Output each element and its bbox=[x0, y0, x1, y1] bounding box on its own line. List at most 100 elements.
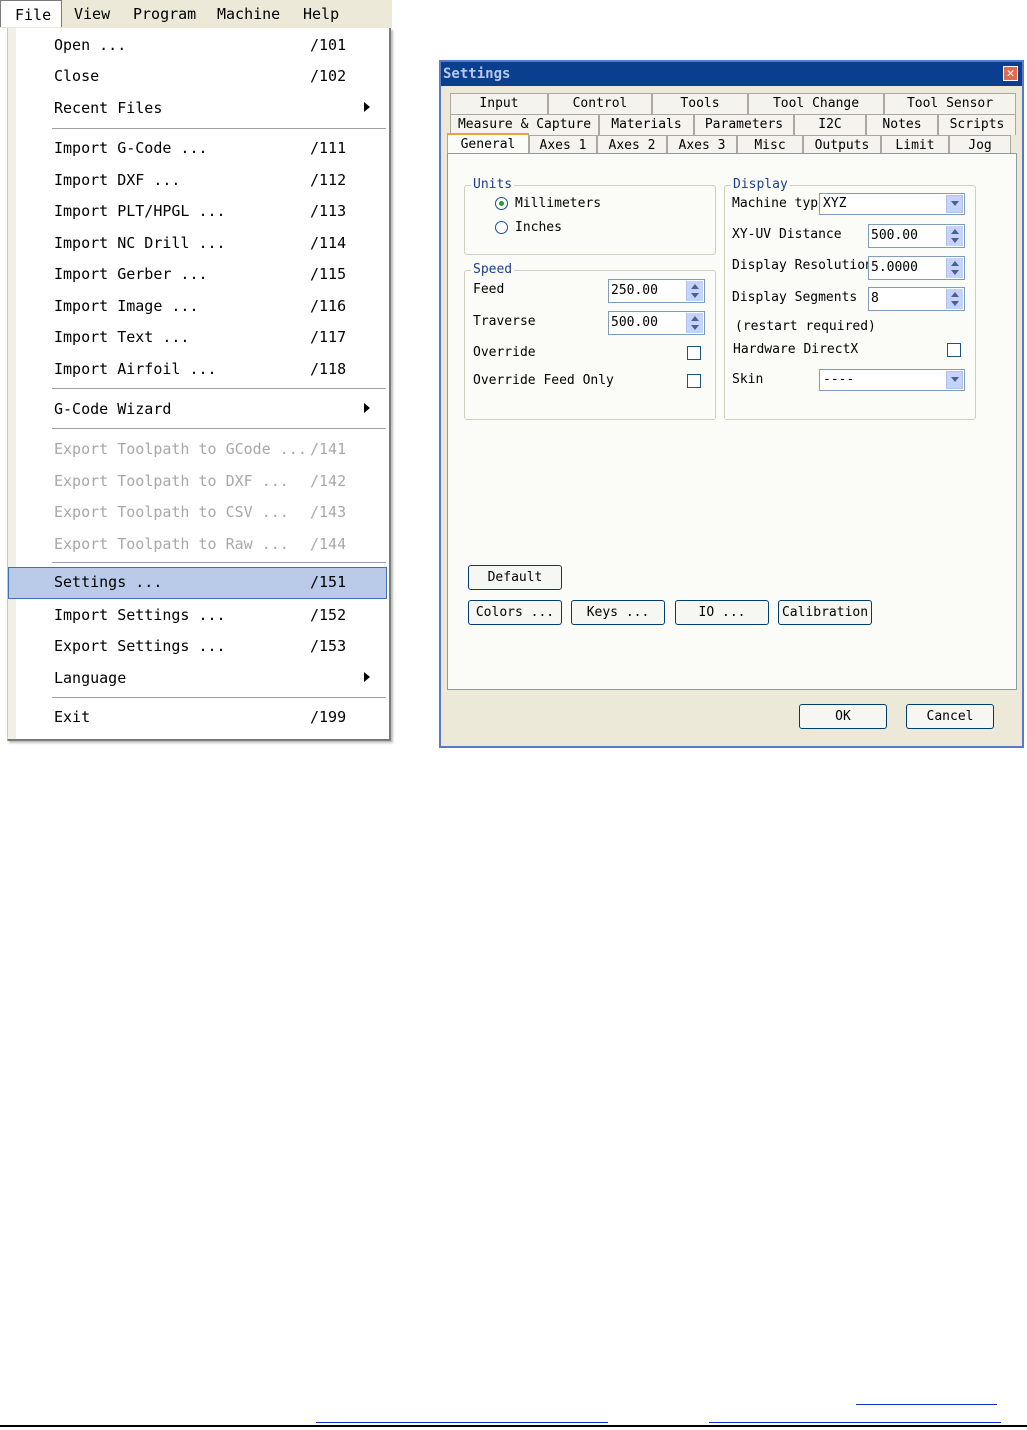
menu-item-import-settings[interactable]: Import Settings ... /152 bbox=[8, 600, 388, 630]
display-segments-spinbox[interactable]: 8 bbox=[868, 287, 965, 311]
tab-materials[interactable]: Materials bbox=[599, 114, 694, 135]
menu-separator bbox=[52, 128, 386, 130]
menu-item-label: Export Toolpath to DXF ... bbox=[54, 472, 289, 490]
menu-program[interactable]: Program bbox=[133, 5, 196, 23]
spin-buttons[interactable] bbox=[686, 281, 703, 301]
footer-link-underline bbox=[316, 1422, 608, 1423]
spin-up-icon bbox=[691, 316, 699, 321]
tab-scripts[interactable]: Scripts bbox=[938, 114, 1016, 135]
override-checkbox[interactable] bbox=[687, 346, 701, 360]
dialog-title-bar[interactable]: Settings ✕ bbox=[441, 62, 1022, 86]
menu-item-label: Exit bbox=[54, 708, 91, 726]
machine-type-label: Machine type bbox=[732, 196, 826, 211]
menu-item-import-text[interactable]: Import Text ... /117 bbox=[8, 322, 388, 352]
menu-item-shortcut: /143 bbox=[310, 503, 347, 521]
feed-spinbox[interactable]: 250.00 bbox=[608, 279, 705, 303]
settings-dialog: Settings ✕ Input Control Tools Tool Chan… bbox=[439, 60, 1024, 748]
footer-link-underline bbox=[856, 1404, 997, 1405]
menu-item-recent-files[interactable]: Recent Files bbox=[8, 93, 388, 123]
menu-item-label: Import NC Drill ... bbox=[54, 234, 226, 252]
tab-measure-capture[interactable]: Measure & Capture bbox=[450, 114, 599, 135]
tab-general[interactable]: General bbox=[447, 133, 529, 155]
menu-item-shortcut: /141 bbox=[310, 440, 347, 458]
cancel-button[interactable]: Cancel bbox=[906, 704, 994, 729]
menu-item-import-dxf[interactable]: Import DXF ... /112 bbox=[8, 165, 388, 195]
menu-item-import-nc-drill[interactable]: Import NC Drill ... /114 bbox=[8, 228, 388, 258]
spin-buttons[interactable] bbox=[946, 226, 963, 246]
menu-machine[interactable]: Machine bbox=[217, 5, 280, 23]
dropdown-button[interactable] bbox=[946, 195, 963, 213]
tab-tools[interactable]: Tools bbox=[652, 93, 748, 114]
menu-item-shortcut: /114 bbox=[310, 234, 347, 252]
skin-select[interactable]: ---- bbox=[819, 369, 965, 391]
display-resolution-spinbox[interactable]: 5.0000 bbox=[868, 256, 965, 280]
menu-item-shortcut: /102 bbox=[310, 67, 347, 85]
menu-item-import-gerber[interactable]: Import Gerber ... /115 bbox=[8, 259, 388, 289]
menu-item-label: G-Code Wizard bbox=[54, 400, 172, 418]
tab-control[interactable]: Control bbox=[548, 93, 652, 114]
menu-file[interactable]: File bbox=[0, 0, 62, 27]
menu-view[interactable]: View bbox=[74, 5, 110, 23]
file-menu-dropdown: Open ... /101 Close /102 Recent Files Im… bbox=[7, 28, 391, 741]
menu-separator bbox=[52, 562, 386, 564]
xyuv-distance-value: 500.00 bbox=[871, 228, 918, 243]
page-bottom-rule bbox=[0, 1425, 1027, 1427]
menu-separator bbox=[52, 388, 386, 390]
spin-buttons[interactable] bbox=[946, 289, 963, 309]
keys-button[interactable]: Keys ... bbox=[571, 600, 665, 625]
menu-item-label: Import Gerber ... bbox=[54, 265, 208, 283]
xyuv-distance-label: XY-UV Distance bbox=[732, 227, 842, 242]
traverse-spinbox[interactable]: 500.00 bbox=[608, 311, 705, 335]
restart-required-note: (restart required) bbox=[735, 319, 876, 334]
menu-item-shortcut: /115 bbox=[310, 265, 347, 283]
spin-down-icon bbox=[951, 238, 959, 243]
io-button[interactable]: IO ... bbox=[675, 600, 769, 625]
xyuv-distance-spinbox[interactable]: 500.00 bbox=[868, 224, 965, 248]
menu-item-label: Settings ... bbox=[54, 573, 163, 591]
menu-item-shortcut: /116 bbox=[310, 297, 347, 315]
menu-item-import-gcode[interactable]: Import G-Code ... /111 bbox=[8, 133, 388, 163]
default-button[interactable]: Default bbox=[468, 565, 562, 590]
hardware-directx-checkbox[interactable] bbox=[947, 343, 961, 357]
display-resolution-label: Display Resolution bbox=[732, 258, 873, 273]
dropdown-button[interactable] bbox=[946, 371, 963, 389]
menu-item-language[interactable]: Language bbox=[8, 663, 388, 693]
colors-button[interactable]: Colors ... bbox=[468, 600, 562, 625]
calibration-button[interactable]: Calibration bbox=[778, 600, 872, 625]
override-feed-only-checkbox[interactable] bbox=[687, 374, 701, 388]
tab-tool-sensor[interactable]: Tool Sensor bbox=[884, 93, 1016, 114]
menu-item-export-settings[interactable]: Export Settings ... /153 bbox=[8, 631, 388, 661]
millimeters-radio[interactable] bbox=[495, 197, 508, 210]
menu-item-exit[interactable]: Exit /199 bbox=[8, 702, 388, 732]
menu-item-shortcut: /153 bbox=[310, 637, 347, 655]
inches-radio[interactable] bbox=[495, 221, 508, 234]
menu-item-import-image[interactable]: Import Image ... /116 bbox=[8, 291, 388, 321]
menu-item-import-airfoil[interactable]: Import Airfoil ... /118 bbox=[8, 354, 388, 384]
override-feed-only-label: Override Feed Only bbox=[473, 373, 614, 388]
menu-item-settings[interactable]: Settings ... /151 bbox=[8, 567, 387, 599]
ok-button[interactable]: OK bbox=[799, 704, 887, 729]
menu-item-label: Close bbox=[54, 67, 100, 85]
tab-i2c[interactable]: I2C bbox=[794, 114, 866, 135]
radio-selected-dot bbox=[499, 201, 504, 206]
spin-up-icon bbox=[691, 284, 699, 289]
tab-parameters[interactable]: Parameters bbox=[694, 114, 794, 135]
menu-item-gcode-wizard[interactable]: G-Code Wizard bbox=[8, 394, 388, 424]
spin-buttons[interactable] bbox=[946, 258, 963, 278]
menu-help[interactable]: Help bbox=[303, 5, 339, 23]
menu-item-open[interactable]: Open ... /101 bbox=[8, 30, 388, 60]
tab-tool-change[interactable]: Tool Change bbox=[748, 93, 884, 114]
menu-item-import-plt-hpgl[interactable]: Import PLT/HPGL ... /113 bbox=[8, 196, 388, 226]
spin-up-icon bbox=[951, 292, 959, 297]
display-segments-value: 8 bbox=[871, 291, 879, 306]
menu-item-label: Language bbox=[54, 669, 127, 687]
machine-type-select[interactable]: XYZ bbox=[819, 193, 965, 215]
spin-buttons[interactable] bbox=[686, 313, 703, 333]
tab-notes[interactable]: Notes bbox=[866, 114, 938, 135]
menu-item-label: Import DXF ... bbox=[54, 171, 181, 189]
tab-input[interactable]: Input bbox=[450, 93, 548, 114]
display-group-title: Display bbox=[731, 177, 790, 192]
menu-item-shortcut: /113 bbox=[310, 202, 347, 220]
menu-item-close[interactable]: Close /102 bbox=[8, 61, 388, 91]
close-icon[interactable]: ✕ bbox=[1003, 66, 1018, 81]
